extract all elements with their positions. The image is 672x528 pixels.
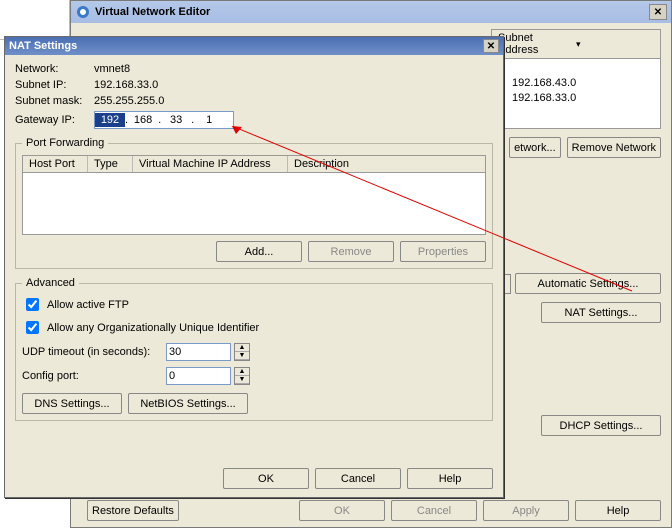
- udp-timeout-label: UDP timeout (in seconds):: [22, 346, 162, 358]
- sort-icon: ▾: [574, 39, 654, 50]
- subnet-mask-label: Subnet mask:: [15, 95, 90, 107]
- col-desc[interactable]: Description: [288, 156, 485, 172]
- nat-settings-button[interactable]: NAT Settings...: [541, 302, 661, 323]
- automatic-settings-button[interactable]: Automatic Settings...: [515, 273, 661, 294]
- main-titlebar: Virtual Network Editor ✕: [71, 1, 671, 23]
- gateway-label: Gateway IP:: [15, 114, 90, 126]
- subnet-column-header[interactable]: Subnet Address ▾: [491, 29, 661, 59]
- apply-button[interactable]: Apply: [483, 500, 569, 521]
- close-icon[interactable]: ✕: [483, 39, 499, 53]
- nat-ok-button[interactable]: OK: [223, 468, 309, 489]
- add-button[interactable]: Add...: [216, 241, 302, 262]
- allow-oui-label: Allow any Organizationally Unique Identi…: [47, 322, 259, 334]
- main-cancel-button[interactable]: Cancel: [391, 500, 477, 521]
- remove-network-button[interactable]: Remove Network: [567, 137, 661, 158]
- dhcp-settings-button[interactable]: DHCP Settings...: [541, 415, 661, 436]
- port-forwarding-legend: Port Forwarding: [22, 137, 108, 149]
- col-host-port[interactable]: Host Port: [23, 156, 88, 172]
- app-icon: [75, 4, 91, 20]
- subnet-list[interactable]: - d192.168.43.0 d192.168.33.0: [491, 59, 661, 129]
- advanced-group: Advanced Allow active FTP Allow any Orga…: [15, 277, 493, 421]
- udp-spinner[interactable]: ▲▼: [234, 343, 250, 361]
- main-title: Virtual Network Editor: [95, 6, 649, 18]
- port-forwarding-group: Port Forwarding Host Port Type Virtual M…: [15, 137, 493, 269]
- network-value: vmnet8: [94, 63, 130, 75]
- netbios-settings-button[interactable]: NetBIOS Settings...: [128, 393, 248, 414]
- background-panel: [0, 0, 70, 40]
- main-help-button[interactable]: Help: [575, 500, 661, 521]
- close-icon[interactable]: ✕: [649, 4, 667, 20]
- col-vmip[interactable]: Virtual Machine IP Address: [133, 156, 288, 172]
- config-port-label: Config port:: [22, 370, 162, 382]
- nat-settings-dialog: NAT Settings ✕ Network: vmnet8 Subnet IP:…: [4, 36, 504, 498]
- subnet-ip-label: Subnet IP:: [15, 79, 90, 91]
- nat-cancel-button[interactable]: Cancel: [315, 468, 401, 489]
- col-type[interactable]: Type: [88, 156, 133, 172]
- remove-button: Remove: [308, 241, 394, 262]
- config-port-input[interactable]: [166, 367, 231, 385]
- subnet-mask-value: 255.255.255.0: [94, 95, 164, 107]
- config-port-spinner[interactable]: ▲▼: [234, 367, 250, 385]
- allow-ftp-label: Allow active FTP: [47, 299, 129, 311]
- ip-octet-1[interactable]: [95, 113, 125, 127]
- advanced-legend: Advanced: [22, 277, 79, 289]
- network-label: Network:: [15, 63, 90, 75]
- port-forwarding-table[interactable]: [22, 173, 486, 235]
- nat-titlebar: NAT Settings ✕: [5, 37, 503, 55]
- gateway-ip-input[interactable]: . . .: [94, 111, 234, 129]
- main-ok-button[interactable]: OK: [299, 500, 385, 521]
- subnet-ip-value: 192.168.33.0: [94, 79, 158, 91]
- port-forwarding-header: Host Port Type Virtual Machine IP Addres…: [22, 155, 486, 173]
- restore-defaults-button[interactable]: Restore Defaults: [87, 500, 179, 521]
- nat-help-button[interactable]: Help: [407, 468, 493, 489]
- ip-octet-4[interactable]: [194, 113, 224, 127]
- list-item: -: [492, 61, 660, 76]
- allow-oui-checkbox[interactable]: [26, 321, 39, 334]
- ip-octet-2[interactable]: [128, 113, 158, 127]
- udp-timeout-input[interactable]: [166, 343, 231, 361]
- list-item: d192.168.33.0: [492, 91, 660, 106]
- add-network-button[interactable]: etwork...: [509, 137, 561, 158]
- properties-button: Properties: [400, 241, 486, 262]
- list-item: d192.168.43.0: [492, 76, 660, 91]
- dns-settings-button[interactable]: DNS Settings...: [22, 393, 122, 414]
- nat-title-text: NAT Settings: [9, 40, 483, 52]
- ip-octet-3[interactable]: [161, 113, 191, 127]
- allow-ftp-checkbox[interactable]: [26, 298, 39, 311]
